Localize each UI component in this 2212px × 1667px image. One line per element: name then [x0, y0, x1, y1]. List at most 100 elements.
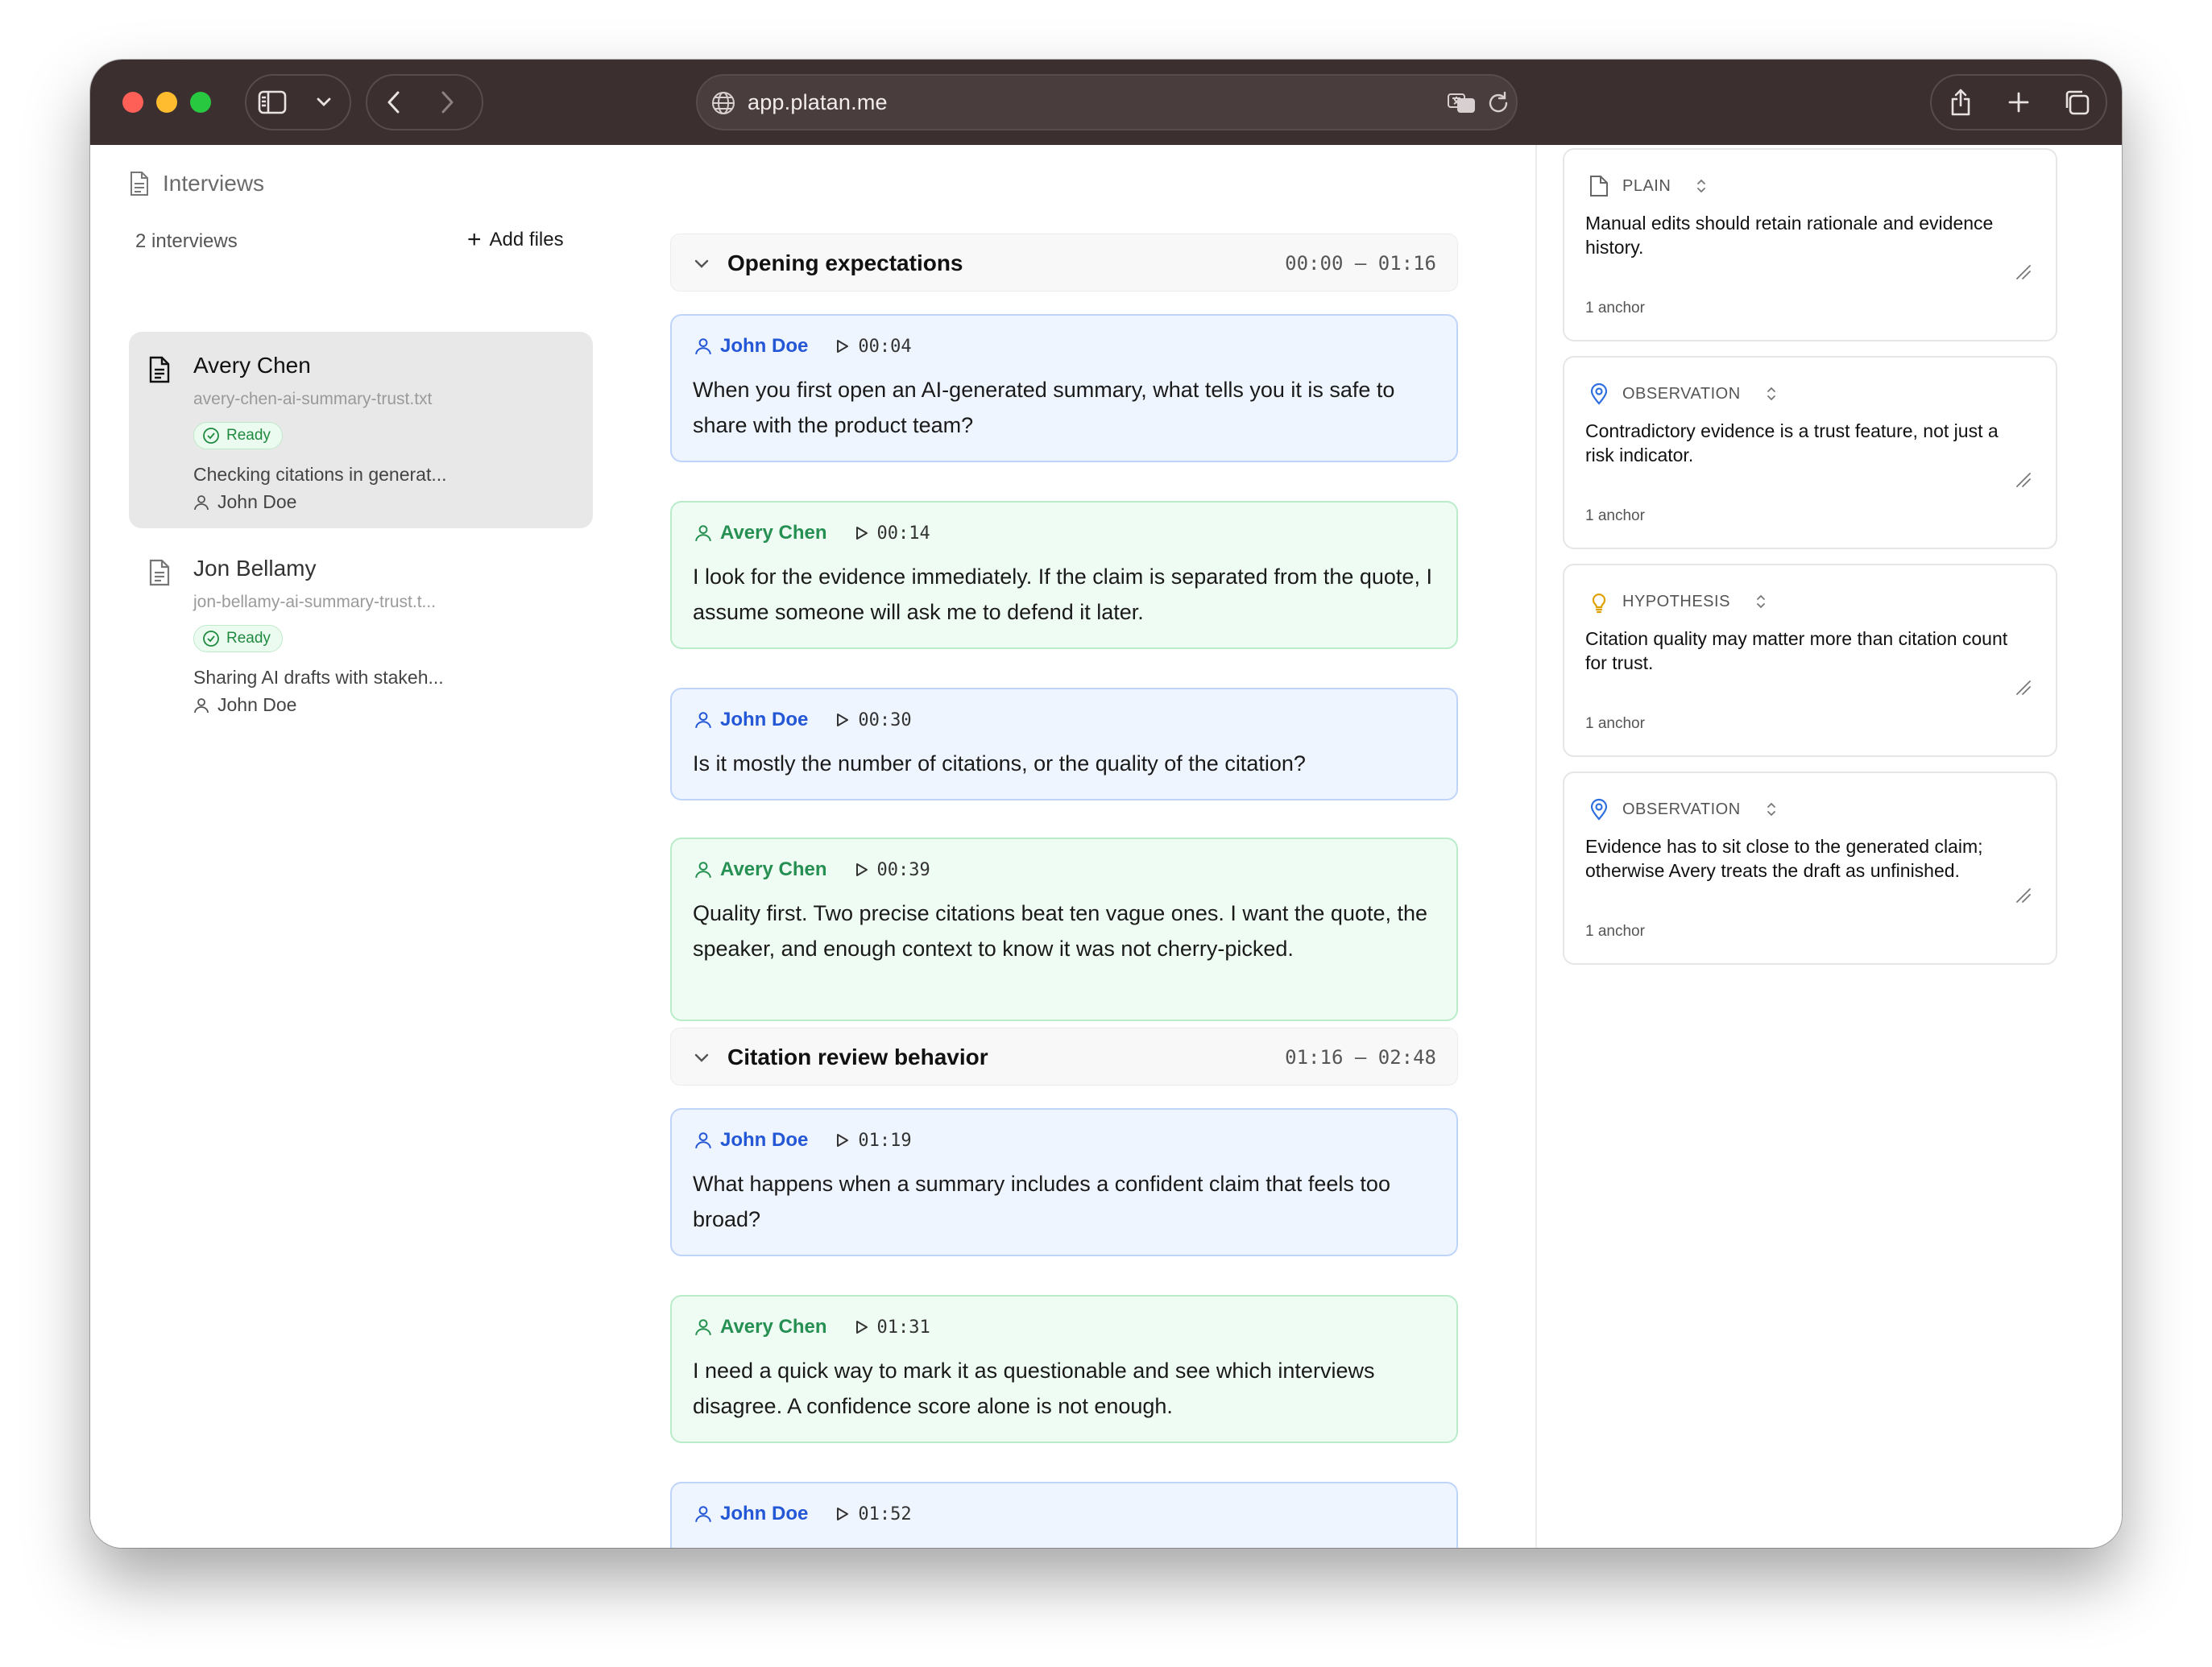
turn-text: Is it mostly the number of citations, or…	[693, 751, 1306, 776]
timestamp[interactable]: 01:31	[877, 1317, 930, 1338]
note-text[interactable]: Manual edits should retain rationale and…	[1585, 211, 2032, 259]
zoom-window-button[interactable]	[190, 92, 211, 113]
sidebar-header: Interviews	[129, 171, 264, 196]
timestamp[interactable]: 00:04	[858, 337, 911, 357]
section-title: Citation review behavior	[727, 1044, 988, 1069]
chevron-down-icon[interactable]	[298, 76, 350, 129]
chevron-down-icon	[694, 1053, 709, 1062]
plus-icon: +	[467, 226, 482, 253]
speaker-name: Avery Chen	[720, 522, 827, 544]
back-arrow-icon[interactable]	[367, 76, 420, 129]
window-actions-group	[1930, 74, 2107, 130]
person-icon	[695, 1506, 711, 1523]
reload-icon[interactable]	[1485, 90, 1511, 116]
play-icon[interactable]	[834, 712, 850, 728]
forward-arrow-icon[interactable]	[420, 76, 474, 129]
interview-item-avery-chen[interactable]: Avery Chen avery-chen-ai-summary-trust.t…	[129, 332, 593, 528]
note-card[interactable]: HYPOTHESIS Citation quality may matter m…	[1563, 564, 2057, 757]
turn-text: I look for the evidence immediately. If …	[693, 565, 1432, 624]
transcript-turn[interactable]: John Doe 01:52 Would you edit the summar…	[670, 1482, 1458, 1548]
location-pin-icon	[1590, 798, 1608, 821]
interview-count: 2 interviews	[135, 230, 238, 252]
note-text[interactable]: Contradictory evidence is a trust featur…	[1585, 419, 2032, 467]
timestamp[interactable]: 01:52	[858, 1504, 911, 1524]
turn-text: When you first open an AI-generated summ…	[693, 378, 1395, 437]
sort-chevrons-icon[interactable]	[1754, 594, 1767, 610]
interview-name: Jon Bellamy	[193, 556, 317, 581]
resize-handle-icon[interactable]	[2014, 678, 2032, 696]
sidebar-toggle-group	[245, 74, 351, 130]
sidebar-title: Interviews	[163, 171, 265, 196]
speaker-name: Avery Chen	[720, 1316, 827, 1338]
note-card[interactable]: OBSERVATION Contradictory evidence is a …	[1563, 356, 2057, 549]
resize-handle-icon[interactable]	[2014, 470, 2032, 488]
turn-text: What happens when a summary includes a c…	[693, 1172, 1390, 1231]
play-icon[interactable]	[853, 1319, 869, 1335]
address-bar[interactable]: app.platan.me	[696, 74, 1518, 130]
share-icon[interactable]	[1932, 76, 1990, 129]
globe-icon	[712, 92, 735, 114]
status-badge: Ready	[193, 422, 283, 449]
timestamp[interactable]: 00:30	[858, 710, 911, 730]
note-type-label: OBSERVATION	[1622, 800, 1741, 818]
url-text: app.platan.me	[748, 90, 888, 114]
browser-window: app.platan.me Interviews 2 interviews + …	[90, 60, 2122, 1548]
play-icon[interactable]	[853, 862, 869, 878]
transcript-turn[interactable]: Avery Chen 00:39 Quality first. Two prec…	[670, 838, 1458, 1021]
transcript-turn[interactable]: Avery Chen 00:14 I look for the evidence…	[670, 501, 1458, 649]
sort-chevrons-icon[interactable]	[1695, 178, 1708, 194]
transcript-turn[interactable]: John Doe 01:19 What happens when a summa…	[670, 1108, 1458, 1256]
note-text[interactable]: Citation quality may matter more than ci…	[1585, 627, 2032, 675]
speaker-name: John Doe	[720, 709, 809, 730]
speaker-name: John Doe	[720, 335, 809, 357]
transcript-turn[interactable]: John Doe 00:30 Is it mostly the number o…	[670, 688, 1458, 800]
play-icon[interactable]	[834, 338, 850, 354]
section-header[interactable]: Opening expectations 00:00 – 01:16	[670, 234, 1458, 292]
timestamp[interactable]: 00:39	[877, 860, 930, 880]
timestamp[interactable]: 01:19	[858, 1131, 911, 1151]
interview-name: Avery Chen	[193, 353, 311, 378]
interview-item-jon-bellamy[interactable]: Jon Bellamy jon-bellamy-ai-summary-trust…	[129, 535, 593, 731]
play-icon[interactable]	[853, 525, 869, 541]
add-files-button[interactable]: + Add files	[467, 226, 564, 253]
play-icon[interactable]	[834, 1132, 850, 1148]
interview-interviewer: John Doe	[193, 694, 296, 716]
interview-interviewer: John Doe	[193, 491, 296, 513]
note-anchor-count: 1 anchor	[1585, 300, 1645, 316]
minimize-window-button[interactable]	[156, 92, 177, 113]
browser-toolbar: app.platan.me	[90, 60, 2122, 145]
turn-text: Quality first. Two precise citations bea…	[693, 901, 1428, 961]
transcript-turn[interactable]: Avery Chen 01:31 I need a quick way to m…	[670, 1295, 1458, 1443]
sidebar-icon[interactable]	[246, 76, 298, 129]
note-card[interactable]: OBSERVATION Evidence has to sit close to…	[1563, 771, 2057, 965]
note-card[interactable]: PLAIN Manual edits should retain rationa…	[1563, 148, 2057, 341]
panel-divider[interactable]	[1535, 145, 1537, 1548]
timestamp[interactable]: 00:14	[877, 523, 930, 544]
interview-filename: avery-chen-ai-summary-trust.txt	[193, 390, 433, 408]
new-tab-plus-icon[interactable]	[1990, 76, 2048, 129]
note-text[interactable]: Evidence has to sit close to the generat…	[1585, 834, 2032, 883]
add-files-label: Add files	[489, 229, 564, 250]
play-icon[interactable]	[834, 1506, 850, 1522]
location-pin-icon	[1590, 383, 1608, 405]
check-circle-icon	[203, 631, 219, 647]
sort-chevrons-icon[interactable]	[1765, 386, 1778, 402]
section-header[interactable]: Citation review behavior 01:16 – 02:48	[670, 1028, 1458, 1086]
resize-handle-icon[interactable]	[2014, 263, 2032, 280]
navigation-group	[366, 74, 483, 130]
note-type-label: OBSERVATION	[1622, 384, 1741, 403]
person-icon	[695, 525, 711, 542]
status-badge: Ready	[193, 625, 283, 652]
section-time-range: 00:00 – 01:16	[1285, 252, 1436, 275]
close-window-button[interactable]	[122, 92, 143, 113]
note-type-label: HYPOTHESIS	[1622, 592, 1730, 610]
document-icon	[149, 356, 170, 383]
sort-chevrons-icon[interactable]	[1765, 801, 1778, 817]
tab-overview-icon[interactable]	[2048, 76, 2106, 129]
resize-handle-icon[interactable]	[2014, 886, 2032, 904]
check-circle-icon	[203, 428, 219, 444]
note-type-label: PLAIN	[1622, 176, 1671, 195]
note-anchor-count: 1 anchor	[1585, 507, 1645, 524]
transcript-turn[interactable]: John Doe 00:04 When you first open an AI…	[670, 314, 1458, 462]
translate-icon[interactable]	[1447, 90, 1476, 116]
